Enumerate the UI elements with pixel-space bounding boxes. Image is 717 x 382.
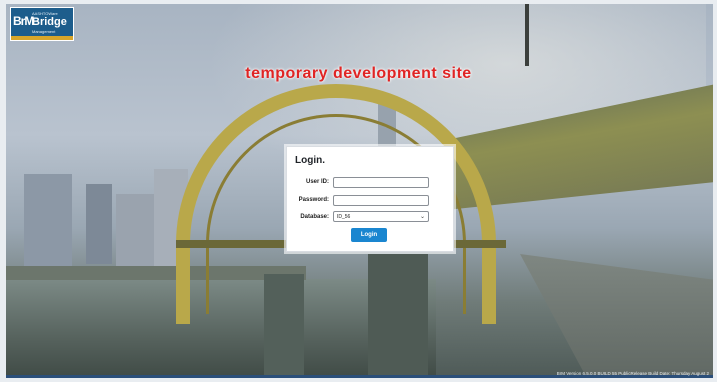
user-id-label: User ID: xyxy=(305,179,329,185)
login-title: Login. xyxy=(295,155,325,166)
login-button[interactable]: Login xyxy=(351,228,387,242)
bridge-pier xyxy=(264,274,304,378)
bridge-pier xyxy=(368,254,428,378)
logo-stripe xyxy=(11,36,73,40)
logo-tagline: Management xyxy=(32,29,56,34)
skyline-building xyxy=(86,184,112,264)
skyline-building xyxy=(24,174,72,274)
logo-name: Bridge xyxy=(32,16,67,28)
password-input[interactable] xyxy=(333,195,429,206)
login-panel: Login. User ID: Password: Database: ID_5… xyxy=(286,146,454,252)
dev-site-banner: temporary development site xyxy=(245,65,472,82)
password-label: Password: xyxy=(298,197,329,203)
database-select[interactable]: ID_56 ⌄ xyxy=(333,211,429,222)
database-label: Database: xyxy=(300,214,329,220)
lamp-post xyxy=(525,4,529,66)
logo-mark: BrM xyxy=(13,14,34,28)
version-footer: BrM Version 6.5.0.0 BUILD 55 PublicRelea… xyxy=(556,371,709,376)
chevron-down-icon: ⌄ xyxy=(419,214,425,220)
brm-logo: BrM AASHTOWare Bridge Management xyxy=(10,7,74,41)
database-selected-value: ID_56 xyxy=(337,214,351,220)
user-id-input[interactable] xyxy=(333,177,429,188)
